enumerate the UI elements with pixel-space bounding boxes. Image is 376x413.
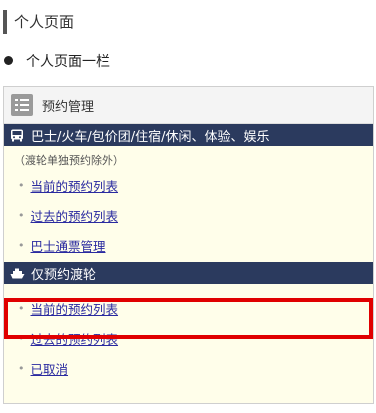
list-item: • 过去的预约列表: [4, 200, 373, 230]
section-heading: 个人页面一栏: [4, 52, 344, 72]
ferry-links-list: • 当前的预约列表 • 过去的预约列表 • 已取消: [4, 293, 373, 383]
bullet-icon: •: [18, 178, 25, 192]
bus-icon: [9, 128, 25, 142]
bullet-icon: •: [18, 238, 25, 252]
section-heading-label: 个人页面一栏: [26, 54, 110, 70]
page-title: 个人页面: [3, 10, 363, 34]
panel-header: 预约管理: [4, 87, 373, 124]
ferry-section-label: 仅预约渡轮: [31, 267, 97, 283]
list-item: • 过去的预约列表: [4, 323, 373, 353]
ship-icon: [9, 266, 25, 280]
list-item: • 当前的预约列表: [4, 293, 373, 323]
bullet-icon: •: [18, 208, 25, 222]
bullet-dot-icon: [4, 56, 13, 65]
ferry-current-reservations-link[interactable]: 当前的预约列表: [31, 299, 119, 318]
bus-current-reservations-link[interactable]: 当前的预约列表: [31, 176, 119, 195]
bus-links-list: • 当前的预约列表 • 过去的预约列表 • 巴士通票管理: [4, 170, 373, 260]
list-item: • 当前的预约列表: [4, 170, 373, 200]
list-item: • 已取消: [4, 353, 373, 383]
panel-title: 预约管理: [42, 99, 95, 115]
ferry-section-band: 仅预约渡轮: [4, 262, 373, 284]
bus-section-label: 巴士/火车/包价团/住宿/休闲、体验、娱乐: [31, 129, 270, 145]
reservation-panel: 预约管理 巴士/火车/包价团/住宿/休闲、体验、娱乐 （渡轮单独预约除外） • 当…: [3, 86, 374, 404]
bus-section-band: 巴士/火车/包价团/住宿/休闲、体验、娱乐: [4, 124, 373, 146]
bus-past-reservations-link[interactable]: 过去的预约列表: [31, 206, 119, 225]
bullet-icon: •: [18, 301, 25, 315]
bullet-icon: •: [18, 331, 25, 345]
bus-section-note: （渡轮单独预约除外）: [14, 154, 124, 167]
list-icon: [11, 94, 33, 116]
ferry-cancelled-link[interactable]: 已取消: [31, 359, 69, 378]
list-item: • 巴士通票管理: [4, 230, 373, 260]
bullet-icon: •: [18, 361, 25, 375]
bus-pass-management-link[interactable]: 巴士通票管理: [31, 236, 106, 255]
ferry-past-reservations-link[interactable]: 过去的预约列表: [31, 329, 119, 348]
